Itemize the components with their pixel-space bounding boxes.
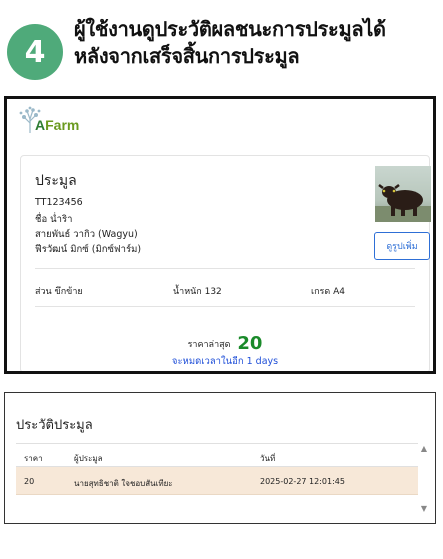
step-number-badge: 4 — [7, 24, 63, 80]
auction-card: ประมูล TT123456 ชื่อ น่ำริา สายพันธ์ วาก… — [20, 155, 431, 371]
meta-grade: เกรด A4 — [311, 287, 345, 297]
scroll-down-icon[interactable]: ▼ — [419, 503, 429, 513]
auction-code: TT123456 — [35, 197, 83, 208]
step-number: 4 — [24, 34, 46, 70]
farm-owner: ฟีรวัฒน์ มิกซ์ (มิกซ์ฟาร์ม) — [35, 244, 142, 255]
auction-countdown: จะหมดเวลาในอีก 1 days — [171, 356, 279, 367]
row-bidder: นายสุทธิชาติ ใจชอบสันเทียะ — [74, 479, 173, 488]
tree-logo-icon — [15, 105, 45, 135]
cattle-breed: สายพันธ์ วากิว (Wagyu) — [35, 229, 138, 240]
cattle-name: ชื่อ น่ำริา — [35, 214, 73, 225]
column-header-bidder: ผู้ประมูล — [74, 454, 103, 463]
history-title: ประวัติประมูล — [16, 418, 93, 433]
afarm-logo[interactable]: AFarm — [15, 105, 79, 135]
latest-price: ราคาล่าสุด 20 — [21, 333, 429, 354]
column-header-date: วันที่ — [260, 454, 276, 463]
view-more-photos-button[interactable]: ดูรูปเพิ่ม — [374, 232, 430, 260]
history-screenshot-frame: ประวัติประมูล ราคา ผู้ประมูล วันที่ 20 น… — [4, 392, 436, 524]
card-divider — [35, 268, 415, 269]
auction-card-title: ประมูล — [35, 173, 77, 189]
cow-photo[interactable] — [375, 166, 431, 222]
history-table: ราคา ผู้ประมูล วันที่ 20 นายสุทธิชาติ ใจ… — [16, 443, 418, 495]
history-table-header: ราคา ผู้ประมูล วันที่ — [16, 443, 418, 467]
latest-price-value: 20 — [237, 333, 263, 354]
step-title-line-2: หลังจากเสร็จสิ้นการประมูล — [74, 44, 300, 68]
meta-weight: น้ำหนัก 132 — [173, 287, 222, 297]
scroll-up-icon[interactable]: ▲ — [419, 443, 429, 453]
step-title: ผู้ใช้งานดูประวัติผลชนะการประมูลได้ หลัง… — [74, 16, 436, 70]
row-price: 20 — [24, 477, 35, 486]
logo-text-farm: Farm — [45, 117, 80, 133]
auction-screenshot-frame: AFarm ประมูล TT123456 ชื่อ น่ำริา สายพัน… — [4, 96, 436, 374]
meta-section: ส่วน ขึกข้าย — [35, 287, 83, 297]
latest-price-label: ราคาล่าสุด — [187, 340, 231, 350]
column-header-price: ราคา — [24, 454, 43, 463]
card-divider — [35, 306, 415, 307]
row-date: 2025-02-27 12:01:45 — [260, 477, 345, 486]
table-row[interactable]: 20 นายสุทธิชาติ ใจชอบสันเทียะ 2025-02-27… — [16, 467, 418, 495]
step-title-line-1: ผู้ใช้งานดูประวัติผลชนะการประมูลได้ — [74, 17, 386, 41]
